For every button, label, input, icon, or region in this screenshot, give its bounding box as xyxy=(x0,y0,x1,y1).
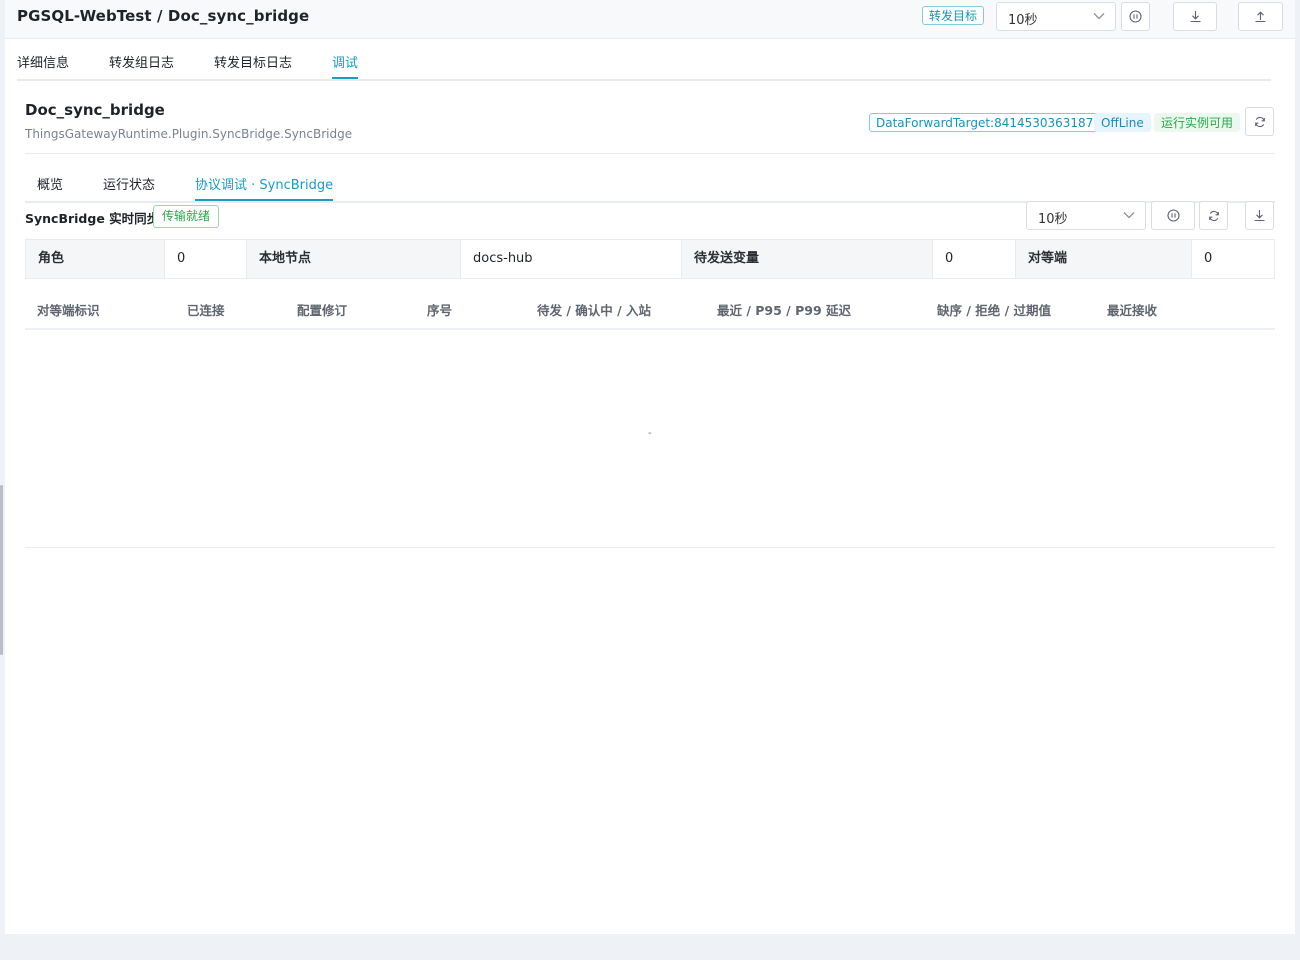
page-scrollbar[interactable] xyxy=(0,485,3,655)
tab-details[interactable]: 详细信息 xyxy=(17,52,69,79)
info-value-peers: 0 xyxy=(1192,240,1274,278)
plugin-name: Doc_sync_bridge xyxy=(25,101,165,119)
column-connected[interactable]: 已连接 xyxy=(187,300,225,319)
subtab-overview[interactable]: 概览 xyxy=(37,174,63,201)
refresh-plugin-button[interactable] xyxy=(1245,107,1274,136)
pause-button[interactable] xyxy=(1121,2,1150,31)
info-key-pending-vars: 待发送变量 xyxy=(682,240,933,278)
upload-button[interactable] xyxy=(1238,2,1283,31)
top-bar: PGSQL-WebTest / Doc_sync_bridge 转发目标 10秒 xyxy=(5,0,1295,39)
column-latency[interactable]: 最近 / P95 / P99 延迟 xyxy=(717,300,851,319)
sync-pause-button[interactable] xyxy=(1151,201,1195,230)
download-button[interactable] xyxy=(1173,2,1217,31)
column-gap-reject-expired[interactable]: 缺序 / 拒绝 / 过期值 xyxy=(937,300,1051,319)
target-type-tag: 转发目标 xyxy=(922,6,985,25)
info-value-local-node: docs-hub xyxy=(461,240,682,278)
tab-target-logs[interactable]: 转发目标日志 xyxy=(214,52,292,79)
download-icon xyxy=(1189,10,1202,23)
refresh-icon xyxy=(1254,116,1266,128)
column-peer-id[interactable]: 对等端标识 xyxy=(37,300,100,319)
info-key-local-node: 本地节点 xyxy=(247,240,461,278)
column-last-received[interactable]: 最近接收 xyxy=(1107,300,1157,319)
status-badge: OffLine xyxy=(1094,113,1151,132)
sub-tabs: 概览 运行状态 协议调试 · SyncBridge xyxy=(25,168,1275,203)
refresh-icon xyxy=(1208,210,1220,222)
sync-refresh-button[interactable] xyxy=(1199,201,1228,230)
divider xyxy=(25,153,1275,154)
refresh-interval-value: 10秒 xyxy=(1008,13,1038,28)
instance-badge: 运行实例可用 xyxy=(1154,113,1241,132)
sync-title: SyncBridge 实时同步 xyxy=(25,211,160,226)
pause-icon xyxy=(1166,209,1180,222)
chevron-down-icon xyxy=(1093,12,1105,20)
chevron-down-icon xyxy=(1123,211,1135,219)
plugin-type: ThingsGatewayRuntime.Plugin.SyncBridge.S… xyxy=(25,127,353,141)
tab-debug[interactable]: 调试 xyxy=(332,52,359,79)
page-title: PGSQL-WebTest / Doc_sync_bridge xyxy=(17,7,310,25)
info-key-peers: 对等端 xyxy=(1016,240,1192,278)
column-sequence[interactable]: 序号 xyxy=(427,300,452,319)
column-pending-ack-inbound[interactable]: 待发 / 确认中 / 入站 xyxy=(537,300,651,319)
tab-group-logs[interactable]: 转发组日志 xyxy=(109,52,174,79)
main-tabs: 详细信息 转发组日志 转发目标日志 调试 xyxy=(17,40,1271,81)
refresh-interval-select[interactable]: 10秒 xyxy=(996,2,1116,31)
sync-info-table: 角色 0 本地节点 docs-hub 待发送变量 0 对等端 0 xyxy=(25,239,1275,279)
info-value-role: 0 xyxy=(165,240,247,278)
upload-icon xyxy=(1254,10,1267,23)
info-value-pending-vars: 0 xyxy=(933,240,1016,278)
pause-icon xyxy=(1129,10,1142,23)
target-id-tag: DataForwardTarget:841453036318789 xyxy=(869,113,1116,132)
sync-download-button[interactable] xyxy=(1245,201,1274,230)
download-icon xyxy=(1253,209,1266,222)
peer-table-header: 对等端标识 已连接 配置修订 序号 待发 / 确认中 / 入站 最近 / P95… xyxy=(25,290,1275,330)
subtab-runtime-status[interactable]: 运行状态 xyxy=(103,174,155,201)
sync-refresh-value: 10秒 xyxy=(1038,212,1068,227)
empty-table-placeholder: - xyxy=(648,428,652,439)
table-bottom-divider xyxy=(25,547,1275,548)
page: PGSQL-WebTest / Doc_sync_bridge 转发目标 10秒… xyxy=(5,0,1295,934)
transport-status-badge: 传输就绪 xyxy=(153,205,220,228)
column-config-revision[interactable]: 配置修订 xyxy=(297,300,347,319)
subtab-protocol-debug[interactable]: 协议调试 · SyncBridge xyxy=(195,174,334,201)
info-key-role: 角色 xyxy=(26,240,165,278)
sync-refresh-select[interactable]: 10秒 xyxy=(1026,201,1146,230)
